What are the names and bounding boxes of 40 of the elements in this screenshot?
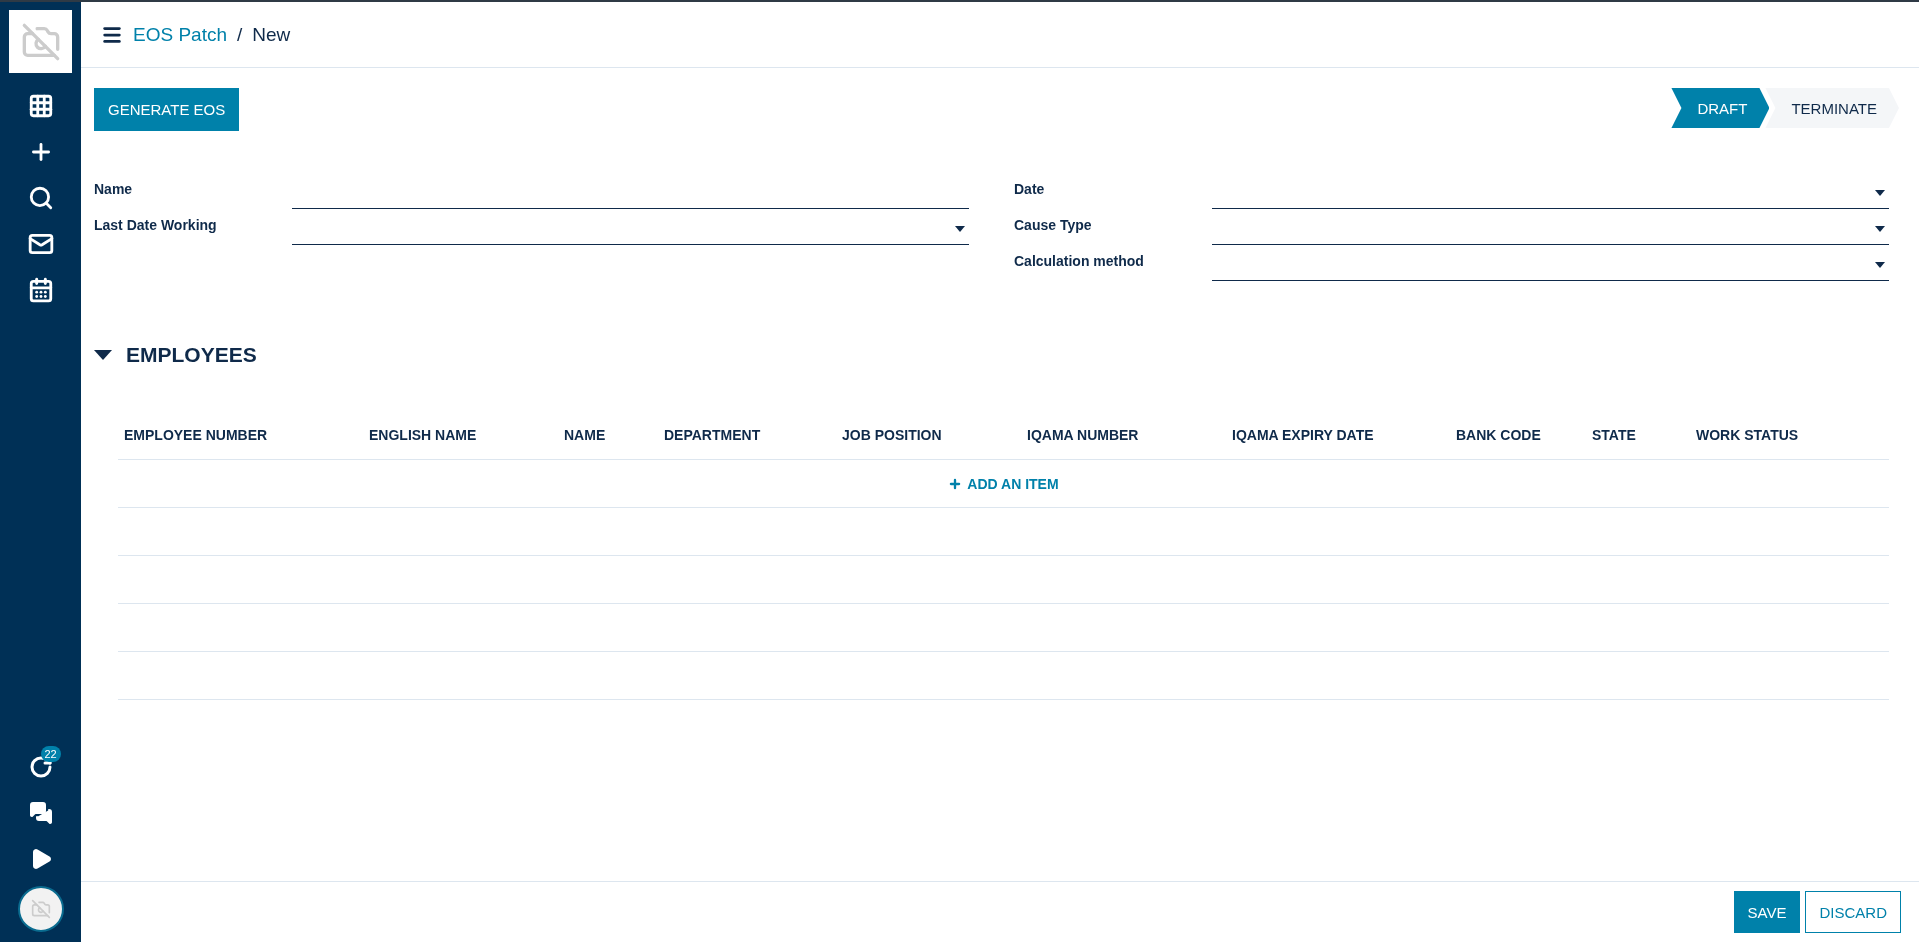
generate-button[interactable]: GENERATE EOS <box>94 88 240 131</box>
column-header: ENGLISH NAME <box>369 427 478 443</box>
column-header: IQAMA EXPIRY DATE <box>1232 427 1375 443</box>
avatar[interactable] <box>17 886 64 932</box>
breadcrumb-separator: / <box>237 23 243 46</box>
field-label: Calculation method <box>1014 253 1145 271</box>
column-header: JOB POSITION <box>842 427 943 443</box>
save-button[interactable]: SAVE <box>1733 891 1801 933</box>
notification-badge: 22 <box>40 746 61 762</box>
column-header: BANK CODE <box>1456 427 1542 443</box>
field-label: Last Date Working <box>94 217 218 235</box>
column-header: NAME <box>564 427 607 443</box>
field-label: Cause Type <box>1014 217 1093 235</box>
status-stage[interactable]: DRAFT <box>1671 88 1770 128</box>
calendar-icon <box>27 277 54 303</box>
breadcrumb-current: New <box>252 23 291 46</box>
caret-icon <box>1875 262 1885 268</box>
column-header: WORK STATUS <box>1696 427 1800 443</box>
column-header: EMPLOYEE NUMBER <box>124 427 269 443</box>
caret-icon <box>1875 190 1885 196</box>
discard-button[interactable]: DISCARD <box>1805 891 1901 933</box>
collapse-toggle[interactable] <box>94 350 112 360</box>
apps-grid-icon <box>27 93 54 119</box>
section-title: EMPLOYEES <box>126 343 257 367</box>
search-icon <box>27 185 54 211</box>
column-header: DEPARTMENT <box>664 427 762 443</box>
mail-icon <box>27 231 54 257</box>
field-label: Name <box>94 181 134 199</box>
chat-icon <box>28 801 53 825</box>
caret-icon <box>955 226 965 232</box>
add-item-link[interactable]: ADD AN ITEM <box>948 475 1059 492</box>
column-header: IQAMA NUMBER <box>1027 427 1140 443</box>
refresh-button[interactable]: 22 <box>16 748 65 786</box>
status-stage[interactable]: TERMINATE <box>1765 88 1899 128</box>
logo-placeholder <box>9 10 72 73</box>
plus-icon <box>948 476 963 491</box>
caret-icon <box>1875 226 1885 232</box>
column-header: STATE <box>1592 427 1637 443</box>
breadcrumb-link[interactable]: EOS Patch <box>133 23 227 46</box>
field-label: Date <box>1014 181 1046 199</box>
